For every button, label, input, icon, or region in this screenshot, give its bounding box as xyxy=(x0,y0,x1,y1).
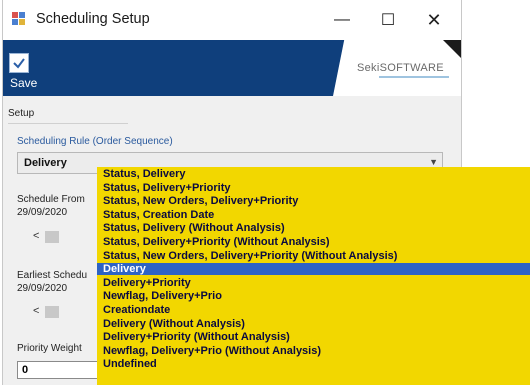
dropdown-option[interactable]: Delivery+Priority xyxy=(97,277,530,289)
brand-logo: SekiSOFTWARE xyxy=(357,62,444,74)
scheduling-rule-dropdown-list[interactable]: Status, Delivery Status, Delivery+Priorit… xyxy=(97,167,530,385)
priority-weight-input[interactable]: 0 xyxy=(17,361,107,379)
schedule-from-label: Schedule From xyxy=(17,194,85,205)
schedule-from-scroller[interactable]: < xyxy=(33,230,73,244)
setup-section-label: Setup xyxy=(8,108,35,119)
chevron-down-icon[interactable]: ▼ xyxy=(429,157,438,167)
minimize-icon: — xyxy=(334,11,350,28)
dropdown-option[interactable]: Delivery+Priority (Without Analysis) xyxy=(97,331,530,343)
dropdown-option[interactable]: Status, New Orders, Delivery+Priority xyxy=(97,195,530,207)
banner-corner-decoration xyxy=(443,40,461,58)
dropdown-option[interactable]: Creationdate xyxy=(97,304,530,316)
dropdown-option[interactable]: Status, Delivery+Priority (Without Analy… xyxy=(97,236,530,248)
save-label: Save xyxy=(10,76,38,90)
dropdown-option[interactable]: Status, New Orders, Delivery+Priority (W… xyxy=(97,250,530,262)
close-icon: ✕ xyxy=(426,9,442,30)
dropdown-option[interactable]: Status, Delivery xyxy=(97,168,530,180)
schedule-from-date: 29/09/2020 xyxy=(17,207,68,218)
dropdown-option[interactable]: Newflag, Delivery+Prio (Without Analysis… xyxy=(97,345,530,357)
toolbar-banner: SekiSOFTWARE xyxy=(3,40,461,96)
dropdown-option[interactable]: Status, Delivery (Without Analysis) xyxy=(97,222,530,234)
priority-weight-label: Priority Weight xyxy=(17,343,82,354)
title-bar[interactable]: Scheduling Setup — ☐ ✕ xyxy=(3,0,461,40)
earliest-scroller[interactable]: < xyxy=(33,305,73,319)
scheduling-rule-label: Scheduling Rule (Order Sequence) xyxy=(17,136,173,147)
dropdown-option[interactable]: Newflag, Delivery+Prio xyxy=(97,290,530,302)
dropdown-option[interactable]: Status, Delivery+Priority xyxy=(97,182,530,194)
chevron-left-icon[interactable]: < xyxy=(33,230,39,242)
dropdown-option[interactable]: Delivery (Without Analysis) xyxy=(97,318,530,330)
section-divider xyxy=(8,123,128,124)
scroll-thumb[interactable] xyxy=(45,306,59,318)
dropdown-option[interactable]: Status, Creation Date xyxy=(97,209,530,221)
chevron-left-icon[interactable]: < xyxy=(33,305,39,317)
dropdown-option[interactable]: Undefined xyxy=(97,358,530,370)
close-button[interactable]: ✕ xyxy=(411,0,457,40)
earliest-schedule-date: 29/09/2020 xyxy=(17,283,68,294)
maximize-icon: ☐ xyxy=(380,12,396,29)
scroll-thumb[interactable] xyxy=(45,231,59,243)
maximize-button[interactable]: ☐ xyxy=(365,0,411,40)
earliest-schedule-label: Earliest Schedu xyxy=(17,270,88,281)
brand-underline xyxy=(379,76,449,78)
app-icon xyxy=(12,12,25,25)
minimize-button[interactable]: — xyxy=(319,0,365,40)
dropdown-option[interactable]: Delivery xyxy=(97,263,530,276)
scheduling-rule-value: Delivery xyxy=(24,157,67,169)
priority-weight-value: 0 xyxy=(22,364,29,376)
save-icon xyxy=(9,53,29,73)
window-title: Scheduling Setup xyxy=(36,11,150,27)
